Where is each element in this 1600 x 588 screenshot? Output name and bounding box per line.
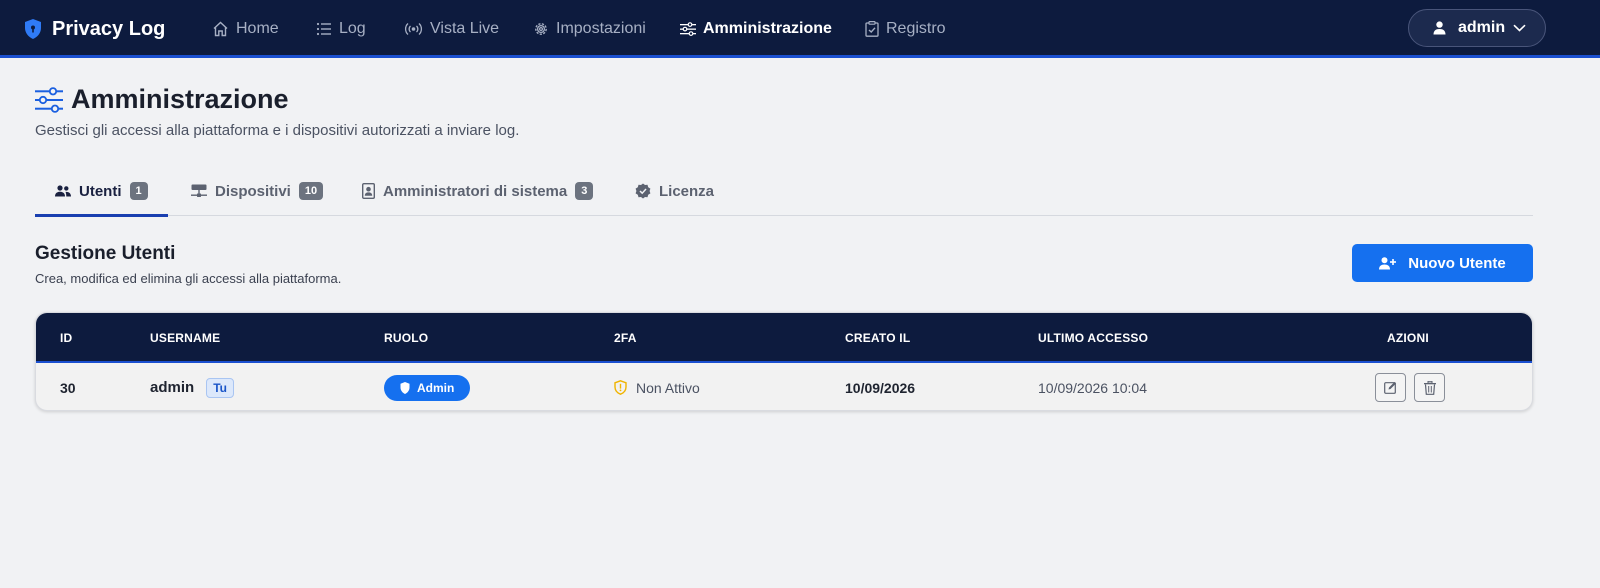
shield-icon [400,381,410,394]
patch-check-icon [635,183,651,199]
section-subtitle: Crea, modifica ed elimina gli accessi al… [35,271,342,286]
table-row[interactable]: 30 admin Tu Admin Non Attivo 10/09/2026 … [36,363,1532,410]
page-title: Amministrazione [35,84,289,115]
person-icon [1433,21,1446,35]
users-icon [55,185,71,197]
clipboard-check-icon [865,21,879,37]
column-header-azioni: AZIONI [1387,331,1429,345]
page-subtitle: Gestisci gli accessi alla piattaforma e … [35,122,520,139]
nav-log-label: Log [339,20,366,37]
column-header-id: ID [60,331,73,345]
nav-home-label: Home [236,20,279,37]
column-header-ruolo: RUOLO [384,331,429,345]
table-header: ID USERNAME RUOLO 2FA CREATO IL ULTIMO A… [36,313,1532,363]
cell-username: admin Tu [150,363,234,410]
nav-impostazioni[interactable]: Impostazioni [533,17,646,41]
user-menu-dropdown[interactable]: admin [1408,9,1546,47]
tab-amministratori-label: Amministratori di sistema [383,182,568,200]
shield-lock-icon [25,19,41,39]
broadcast-icon [404,23,423,35]
tab-amministratori[interactable]: Amministratori di sistema 3 [362,166,594,216]
twofa-status: Non Attivo [636,379,700,396]
gear-icon [535,23,547,35]
shield-exclamation-icon [614,380,627,395]
role-badge-label: Admin [417,380,455,395]
column-header-creato-il: CREATO IL [845,331,911,345]
brand[interactable]: Privacy Log [24,16,165,42]
cell-creato-il: 10/09/2026 [845,379,916,396]
sliders-icon [35,86,63,113]
nav-amministrazione-label: Amministrazione [703,20,832,37]
user-menu-name: admin [1458,19,1506,36]
section-title: Gestione Utenti [35,243,176,264]
admin-tabs: Utenti 1 Dispositivi 10 Amministratori d… [35,166,1533,217]
new-user-button-label: Nuovo Utente [1408,254,1506,272]
edit-user-button[interactable] [1375,373,1406,402]
person-plus-icon [1379,256,1397,269]
nav-vista-live-label: Vista Live [430,20,500,37]
top-navbar: Privacy Log Home Log Vista Live Impostaz… [0,0,1600,58]
chevron-down-icon [1513,24,1526,32]
nav-impostazioni-label: Impostazioni [556,20,646,37]
page-title-text: Amministrazione [71,84,289,114]
role-badge: Admin [384,374,471,401]
tab-dispositivi-count: 10 [298,182,324,200]
column-header-ultimo-accesso: ULTIMO ACCESSO [1038,331,1149,345]
nav-vista-live[interactable]: Vista Live [404,17,499,41]
sliders-icon [680,22,696,36]
cell-ultimo-accesso: 10/09/2026 10:04 [1038,379,1147,396]
list-icon [316,22,331,36]
cell-2fa: Non Attivo [614,363,700,410]
tab-utenti[interactable]: Utenti 1 [35,166,168,217]
tab-dispositivi[interactable]: Dispositivi 10 [191,166,324,216]
cell-id: 30 [60,379,76,396]
delete-user-button[interactable] [1414,373,1445,402]
tab-dispositivi-label: Dispositivi [215,182,291,200]
nav-registro[interactable]: Registro [865,17,946,41]
current-user-badge: Tu [206,377,234,398]
home-icon [213,21,228,37]
tab-licenza[interactable]: Licenza [635,166,714,216]
hdd-network-icon [191,184,207,197]
column-header-2fa: 2FA [614,331,637,345]
nav-log[interactable]: Log [316,17,366,41]
users-table: ID USERNAME RUOLO 2FA CREATO IL ULTIMO A… [35,312,1533,411]
nav-registro-label: Registro [886,20,946,37]
nav-home[interactable]: Home [212,17,279,41]
tab-amministratori-count: 3 [575,182,594,200]
person-badge-icon [362,183,375,199]
nav-amministrazione[interactable]: Amministrazione [680,17,832,41]
new-user-button[interactable]: Nuovo Utente [1352,244,1533,282]
username-text: admin [150,379,195,396]
tab-licenza-label: Licenza [659,182,715,200]
cell-ruolo: Admin [384,363,471,410]
brand-name: Privacy Log [52,17,166,40]
tab-utenti-label: Utenti [79,182,122,200]
trash-icon [1423,380,1436,395]
tab-utenti-count: 1 [129,182,148,200]
column-header-username: USERNAME [150,331,221,345]
edit-icon [1384,382,1396,394]
